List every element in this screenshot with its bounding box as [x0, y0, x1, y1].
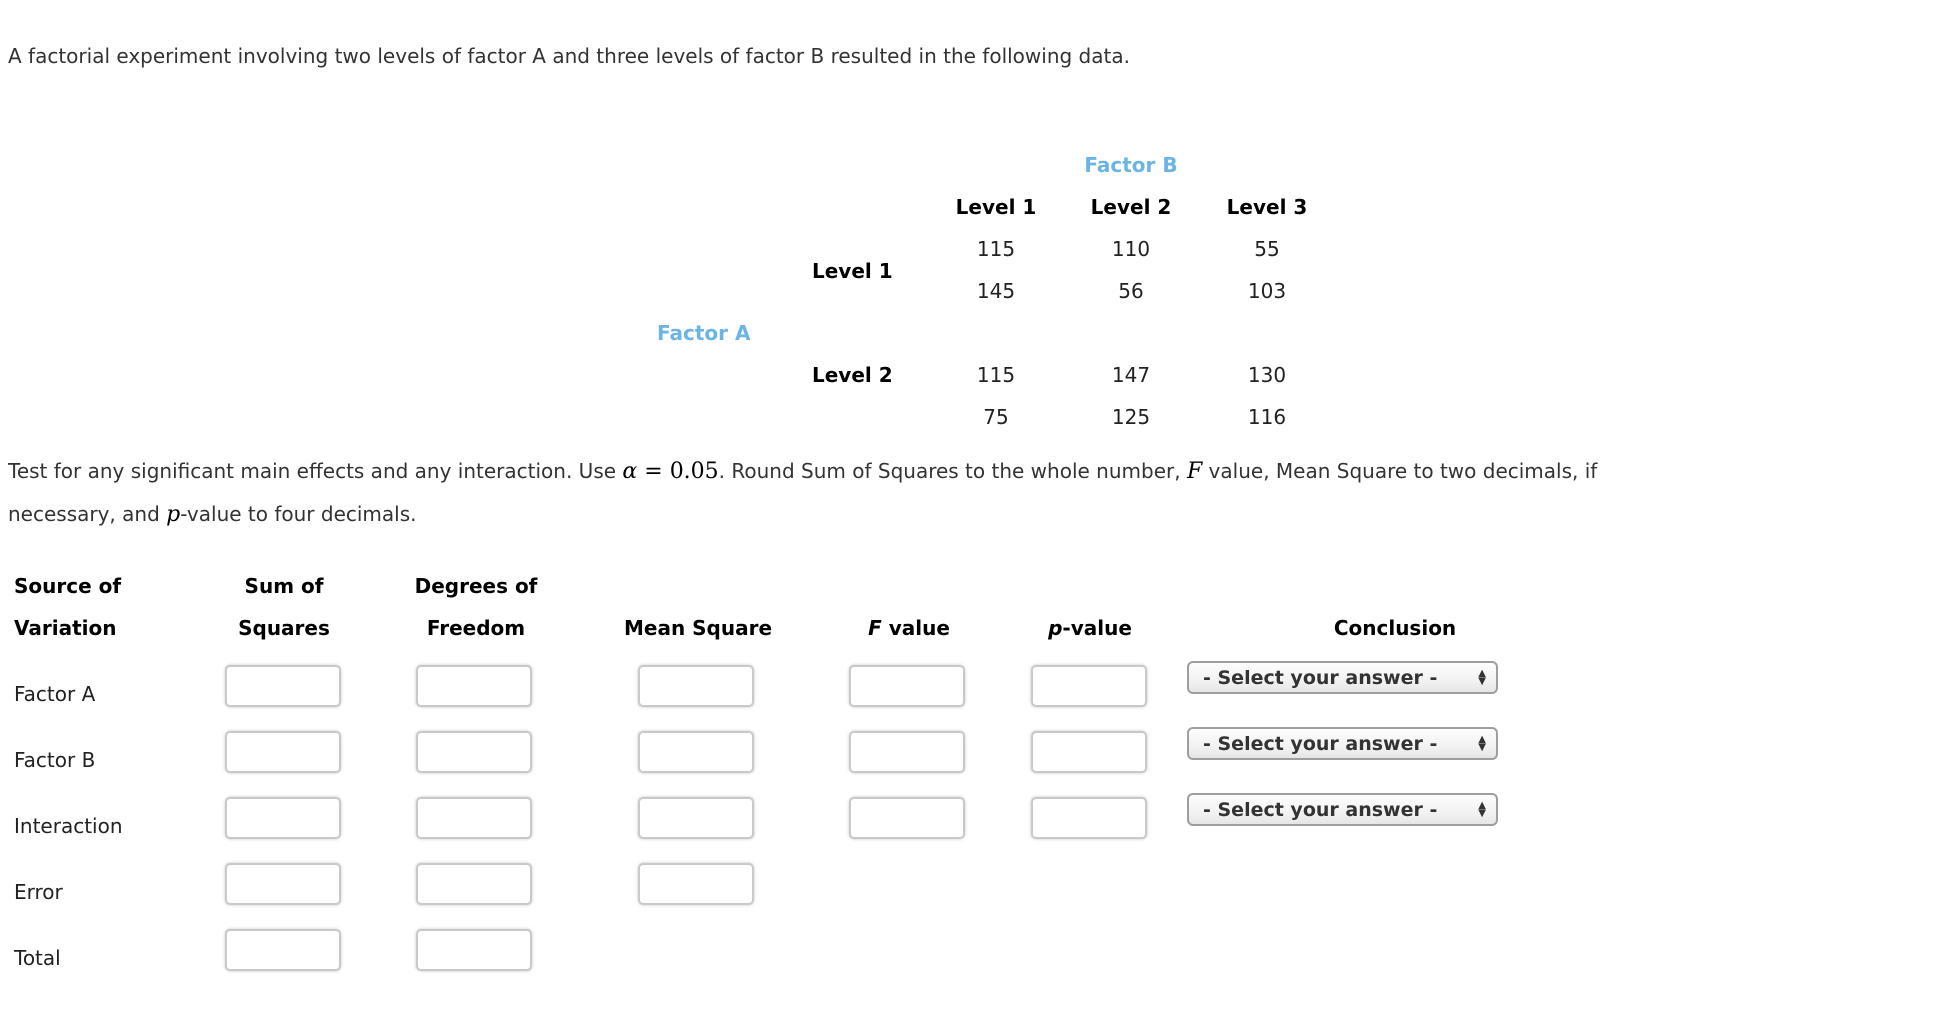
error-ms-input[interactable] — [638, 863, 754, 905]
data-cell: 55 — [1254, 237, 1280, 261]
data-cell: 75 — [983, 405, 1009, 429]
data-cell: 103 — [1247, 279, 1287, 303]
factor-a-ms-input[interactable] — [638, 665, 754, 707]
header-f-value: F value — [868, 616, 950, 640]
row-label: Level 2 — [812, 363, 893, 387]
data-cell: 116 — [1247, 405, 1287, 429]
factor-b-ss-input[interactable] — [225, 731, 341, 773]
interaction-df-input[interactable] — [416, 797, 532, 839]
data-cell: 56 — [1118, 279, 1144, 303]
factor-b-f-input[interactable] — [849, 731, 965, 773]
header-ss-line2: Squares — [238, 616, 330, 640]
interaction-p-input[interactable] — [1031, 797, 1147, 839]
header-source-line1: Source of — [14, 574, 122, 598]
factor-b-label: Factor B — [1084, 153, 1178, 177]
factor-a-label: Factor A — [657, 321, 751, 345]
error-ss-input[interactable] — [225, 863, 341, 905]
interaction-ss-input[interactable] — [225, 797, 341, 839]
interaction-conclusion-select[interactable]: - Select your answer - ▲ ▼ — [1187, 793, 1498, 826]
factor-b-df-input[interactable] — [416, 731, 532, 773]
alpha-symbol: α — [622, 459, 638, 484]
header-ss-line1: Sum of — [244, 574, 324, 598]
header-conclusion: Conclusion — [1333, 616, 1457, 640]
intro-text: A factorial experiment involving two lev… — [8, 44, 1130, 68]
row-label-interaction: Interaction — [14, 814, 123, 838]
row-label-error: Error — [14, 880, 63, 904]
row-label-factor-a: Factor A — [14, 682, 96, 706]
alpha-value: 0.05 — [669, 459, 719, 484]
factor-a-conclusion-select[interactable]: - Select your answer - ▲ ▼ — [1187, 661, 1498, 694]
row-label-factor-b: Factor B — [14, 748, 96, 772]
column-header: Level 2 — [1090, 195, 1172, 219]
factor-b-conclusion-select[interactable]: - Select your answer - ▲ ▼ — [1187, 727, 1498, 760]
header-df-line1: Degrees of — [414, 574, 538, 598]
instructions-line-1: Test for any significant main effects an… — [8, 459, 1598, 484]
total-ss-input[interactable] — [225, 929, 341, 971]
factor-b-ms-input[interactable] — [638, 731, 754, 773]
total-df-input[interactable] — [416, 929, 532, 971]
f-symbol: F — [1186, 459, 1203, 484]
data-cell: 115 — [976, 237, 1016, 261]
p-symbol: p — [166, 502, 181, 527]
select-arrows-icon: ▲ ▼ — [1478, 799, 1486, 819]
header-source-line2: Variation — [14, 616, 117, 640]
row-label: Level 1 — [812, 259, 893, 283]
data-cell: 145 — [976, 279, 1016, 303]
header-df-line2: Freedom — [426, 616, 526, 640]
data-cell: 147 — [1111, 363, 1151, 387]
factor-a-f-input[interactable] — [849, 665, 965, 707]
factor-a-ss-input[interactable] — [225, 665, 341, 707]
select-arrows-icon: ▲ ▼ — [1478, 667, 1486, 687]
error-df-input[interactable] — [416, 863, 532, 905]
header-p-value: p-value — [1048, 616, 1132, 640]
data-cell: 115 — [976, 363, 1016, 387]
factor-a-p-input[interactable] — [1031, 665, 1147, 707]
interaction-f-input[interactable] — [849, 797, 965, 839]
factor-a-df-input[interactable] — [416, 665, 532, 707]
factor-b-p-input[interactable] — [1031, 731, 1147, 773]
data-cell: 130 — [1247, 363, 1287, 387]
instructions-line-2: necessary, and p-value to four decimals. — [8, 502, 417, 527]
interaction-ms-input[interactable] — [638, 797, 754, 839]
data-cell: 110 — [1111, 237, 1151, 261]
data-cell: 125 — [1111, 405, 1151, 429]
select-arrows-icon: ▲ ▼ — [1478, 733, 1486, 753]
row-label-total: Total — [14, 946, 61, 970]
header-mean-square: Mean Square — [623, 616, 773, 640]
column-header: Level 3 — [1226, 195, 1308, 219]
column-header: Level 1 — [955, 195, 1037, 219]
